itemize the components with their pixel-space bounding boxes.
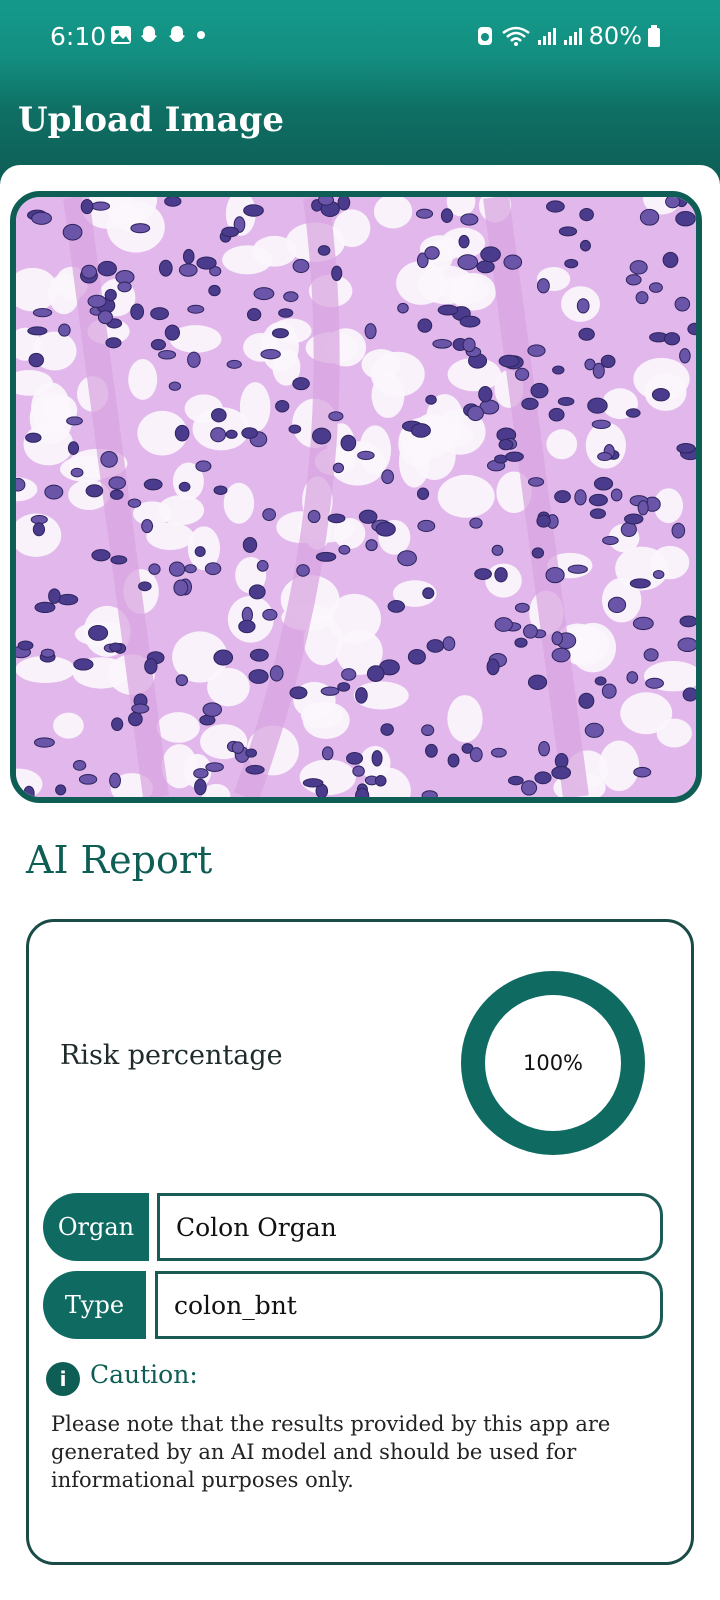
type-value: colon_bnt	[155, 1271, 663, 1339]
risk-value: 100%	[522, 1051, 584, 1075]
status-time: 6:10	[50, 22, 107, 51]
snapchat-icon	[141, 26, 157, 42]
uploaded-image[interactable]	[10, 191, 702, 803]
organ-label: Organ	[43, 1193, 149, 1261]
signal-icon	[537, 28, 556, 45]
battery-percent: 80%	[588, 22, 642, 50]
dot-icon	[197, 31, 205, 39]
type-label: Type	[43, 1271, 146, 1339]
app-header: 6:10 80% Upload Image	[0, 0, 720, 185]
data-saver-icon	[477, 27, 492, 45]
snapchat-icon	[169, 26, 185, 42]
wifi-icon	[501, 26, 530, 46]
risk-label: Risk percentage	[60, 1040, 283, 1071]
battery-icon	[648, 25, 660, 47]
tissue-image	[16, 197, 696, 797]
info-icon: i	[46, 1362, 80, 1396]
gallery-icon	[111, 26, 131, 44]
status-left-icons	[110, 24, 208, 46]
report-title: AI Report	[26, 838, 213, 882]
caution-title: Caution:	[90, 1360, 198, 1389]
caution-text: Please note that the results provided by…	[51, 1412, 611, 1492]
signal-icon	[563, 28, 582, 45]
status-right-icons: 80%	[475, 22, 660, 50]
page-title: Upload Image	[18, 100, 284, 140]
status-bar: 6:10 80%	[0, 0, 720, 75]
organ-value: Colon Organ	[157, 1193, 663, 1261]
